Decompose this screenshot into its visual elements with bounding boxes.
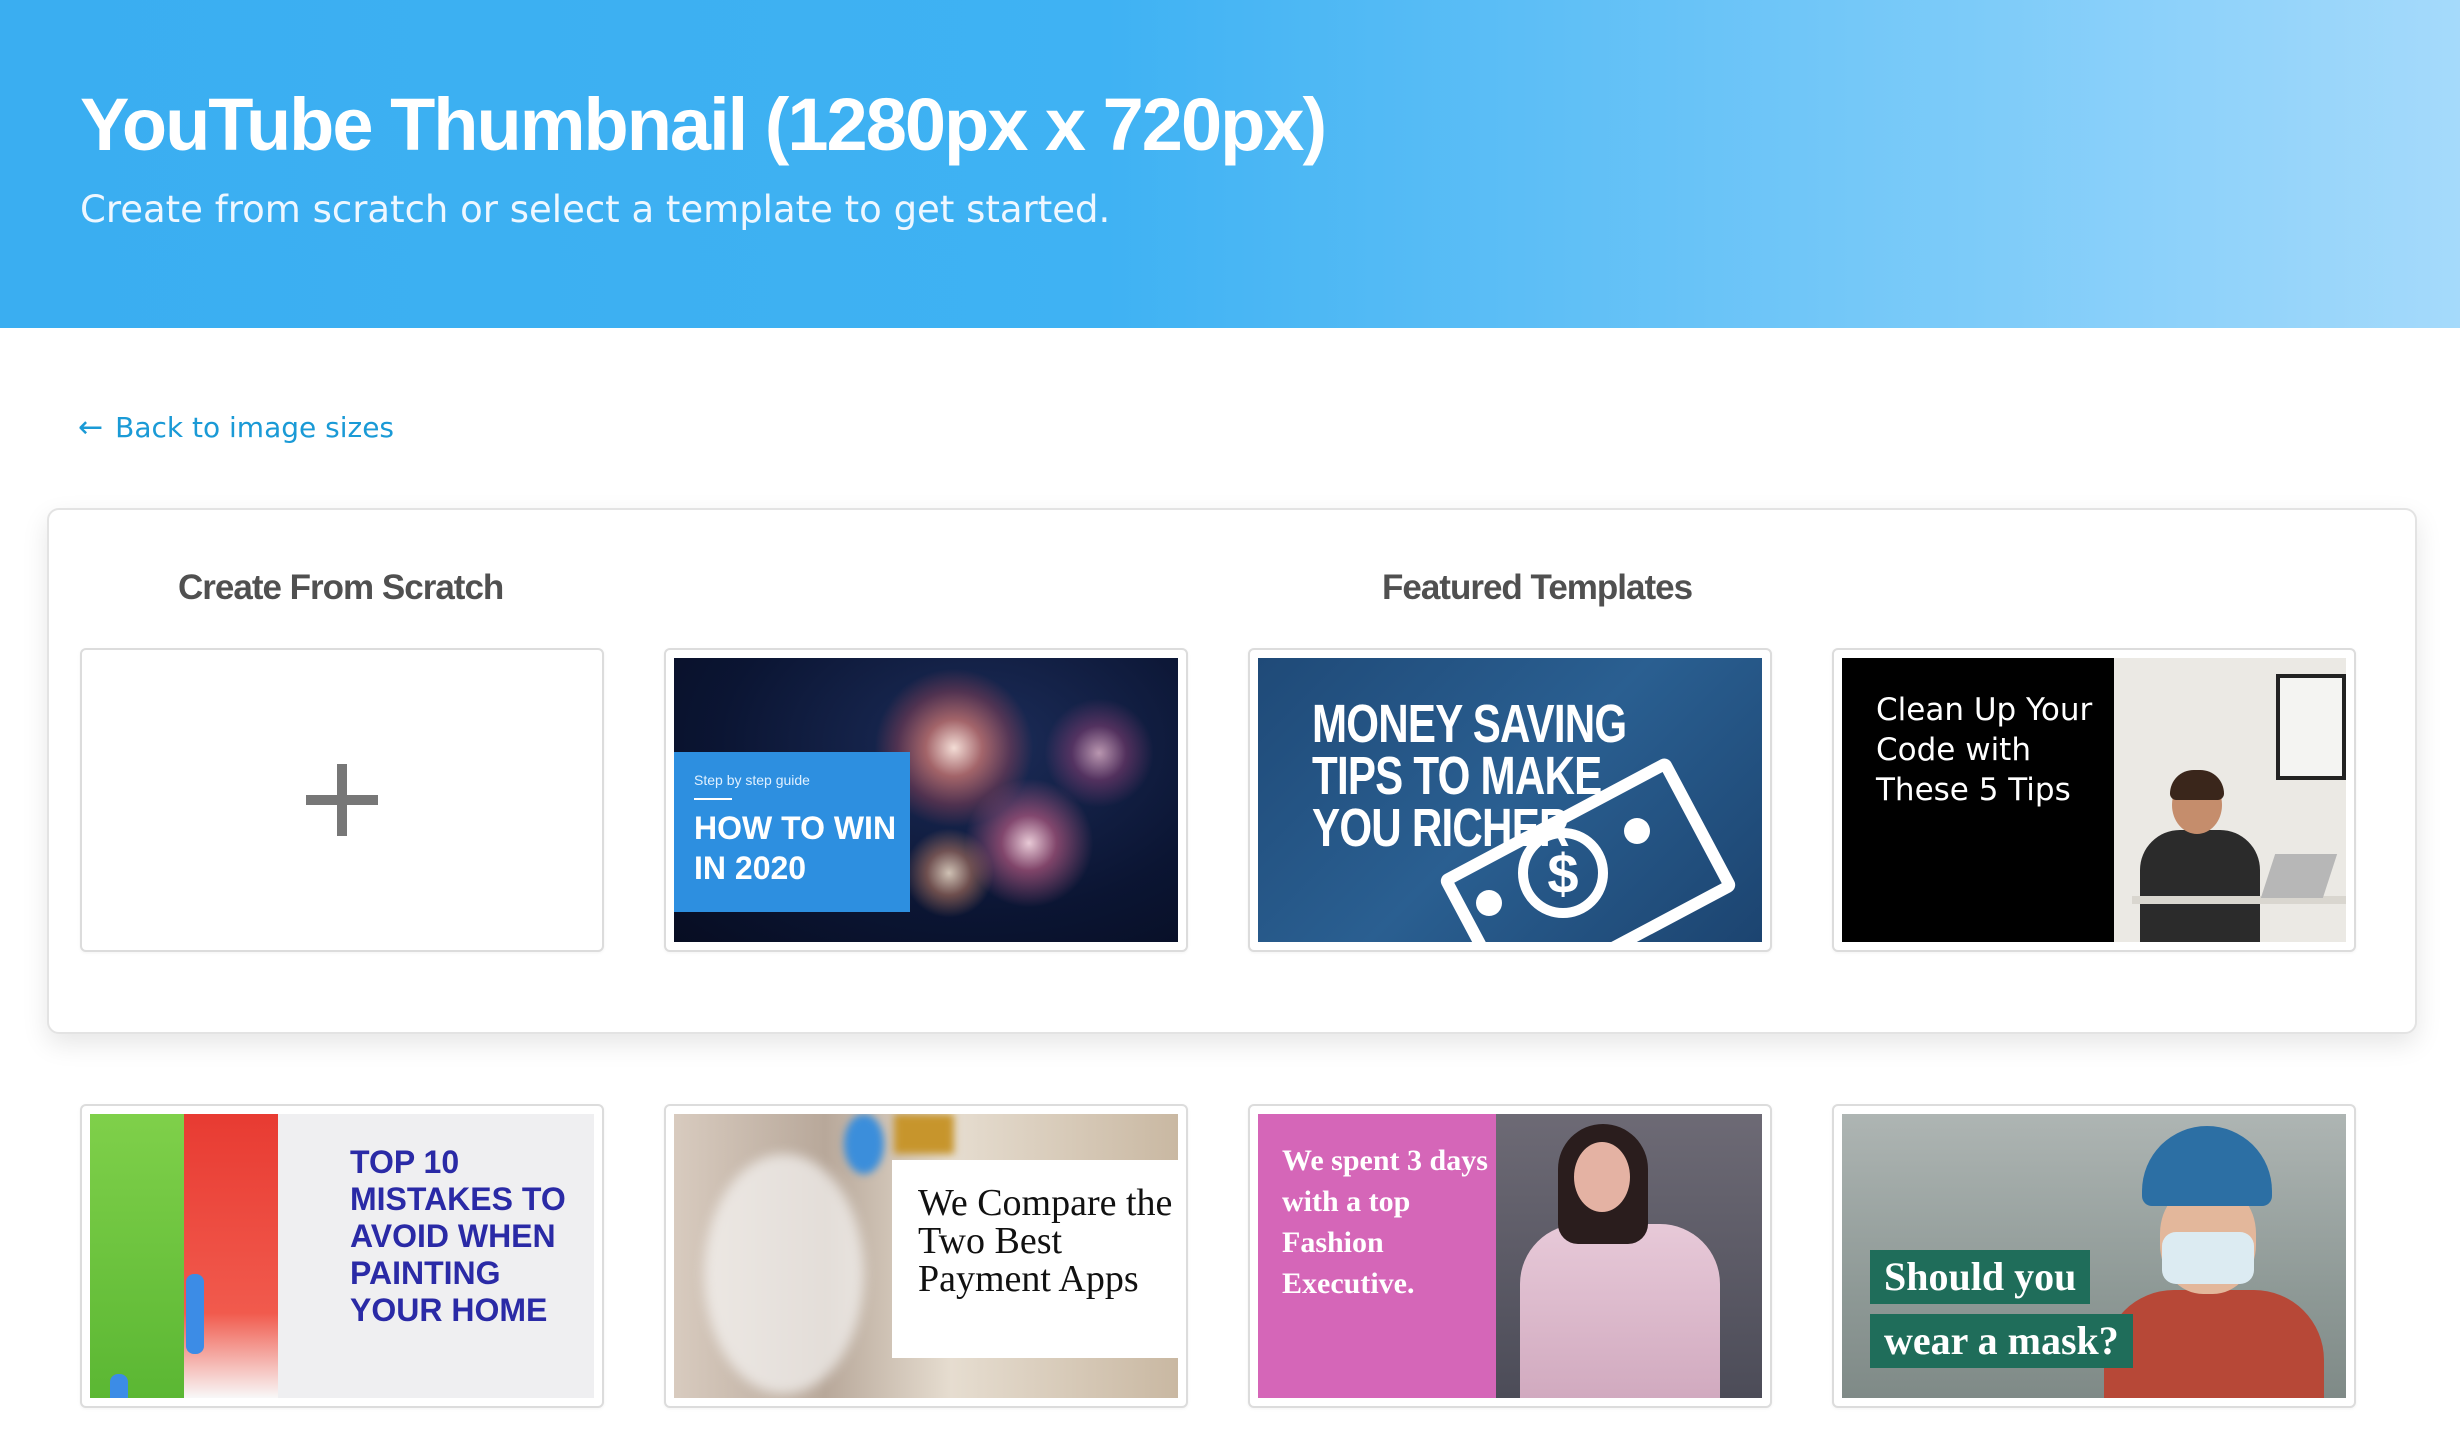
template-headline-line2: wear a mask? bbox=[1870, 1314, 2133, 1368]
headline-box: We Compare the Two Best Payment Apps bbox=[892, 1160, 1178, 1358]
paint-roller-icon bbox=[110, 1374, 128, 1398]
wall-frame bbox=[2276, 674, 2346, 780]
page-subtitle: Create from scratch or select a template… bbox=[80, 188, 1111, 231]
template-headline: MONEY SAVING TIPS TO MAKE YOU RICHER bbox=[1312, 694, 1627, 858]
template-card-payment[interactable]: We Compare the Two Best Payment Apps bbox=[664, 1104, 1188, 1408]
template-thumbnail: TOP 10 MISTAKES TO AVOID WHEN PAINTING Y… bbox=[90, 1114, 594, 1398]
plus-icon bbox=[306, 764, 378, 836]
page-title: YouTube Thumbnail (1280px x 720px) bbox=[80, 83, 1327, 166]
page-header: YouTube Thumbnail (1280px x 720px) Creat… bbox=[0, 0, 2460, 328]
back-link-label: Back to image sizes bbox=[115, 411, 395, 444]
template-headline: HOW TO WIN IN 2020 bbox=[694, 810, 897, 886]
template-headline: Clean Up Your Code with These 5 Tips bbox=[1876, 692, 2093, 808]
template-kicker: Step by step guide bbox=[694, 772, 810, 788]
template-card-code[interactable]: Clean Up Your Code with These 5 Tips bbox=[1832, 648, 2356, 952]
template-thumbnail: $ MONEY SAVING TIPS TO MAKE YOU RICHER bbox=[1258, 658, 1762, 942]
template-card-fashion[interactable]: We spent 3 days with a top Fashion Execu… bbox=[1248, 1104, 1772, 1408]
template-thumbnail: Should you wear a mask? bbox=[1842, 1114, 2346, 1398]
laptop-icon bbox=[2260, 854, 2338, 898]
face-mask-icon bbox=[2162, 1232, 2254, 1284]
template-headline-line1: Should you bbox=[1870, 1250, 2091, 1304]
template-thumbnail: We spent 3 days with a top Fashion Execu… bbox=[1258, 1114, 1762, 1398]
back-to-image-sizes-link[interactable]: ← Back to image sizes bbox=[78, 410, 394, 445]
template-headline: We Compare the Two Best Payment Apps bbox=[918, 1182, 1173, 1300]
template-card-paint[interactable]: TOP 10 MISTAKES TO AVOID WHEN PAINTING Y… bbox=[80, 1104, 604, 1408]
create-from-scratch-card[interactable] bbox=[80, 648, 604, 952]
template-thumbnail: Clean Up Your Code with These 5 Tips bbox=[1842, 658, 2346, 942]
template-headline: TOP 10 MISTAKES TO AVOID WHEN PAINTING Y… bbox=[350, 1144, 566, 1328]
template-thumbnail: Step by step guide HOW TO WIN IN 2020 bbox=[674, 658, 1178, 942]
template-headline: We spent 3 days with a top Fashion Execu… bbox=[1282, 1144, 1488, 1300]
template-card-mask[interactable]: Should you wear a mask? bbox=[1832, 1104, 2356, 1408]
arrow-left-icon: ← bbox=[78, 410, 104, 445]
template-card-fireworks[interactable]: Step by step guide HOW TO WIN IN 2020 bbox=[664, 648, 1188, 952]
paint-roller-icon bbox=[186, 1274, 204, 1354]
divider bbox=[694, 798, 732, 800]
template-card-money[interactable]: $ MONEY SAVING TIPS TO MAKE YOU RICHER bbox=[1248, 648, 1772, 952]
create-from-scratch-heading: Create From Scratch bbox=[178, 568, 504, 607]
featured-templates-heading: Featured Templates bbox=[1382, 568, 1693, 607]
template-thumbnail: We Compare the Two Best Payment Apps bbox=[674, 1114, 1178, 1398]
